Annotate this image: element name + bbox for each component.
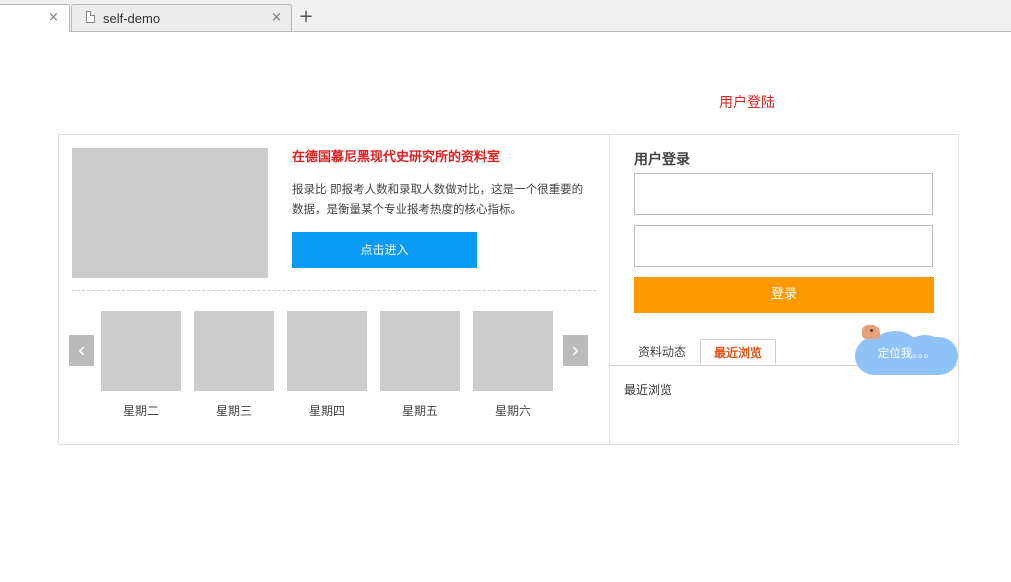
- tab-content-text: 最近浏览: [624, 383, 673, 397]
- header-login-link[interactable]: 用户登陆: [719, 92, 775, 112]
- tab-title: self-demo: [103, 11, 161, 26]
- page-icon: [86, 11, 95, 23]
- login-heading: 用户登录: [634, 152, 690, 168]
- browser-tab-active[interactable]: ×: [0, 4, 70, 32]
- close-icon[interactable]: ×: [271, 10, 282, 26]
- carousel-item-label: 星期三: [215, 404, 252, 418]
- username-field[interactable]: [634, 173, 933, 215]
- divider: [72, 290, 596, 291]
- mascot-icon: [862, 325, 880, 339]
- feature-image: [72, 148, 268, 278]
- feature-description: 报录比 即报考人数和录取人数做对比，这是一个很重要的数据，是衡量某个专业报考热度…: [292, 182, 584, 216]
- carousel-next-button[interactable]: ›: [563, 335, 588, 366]
- chevron-left-icon: ‹: [77, 338, 86, 362]
- new-tab-button[interactable]: +: [295, 7, 317, 29]
- carousel-item-label: 星期二: [122, 404, 159, 418]
- tab-resource-updates[interactable]: 资料动态: [631, 339, 693, 365]
- carousel-thumbnail[interactable]: [101, 311, 181, 391]
- login-button[interactable]: 登录: [634, 277, 934, 313]
- tab-recently-viewed[interactable]: 最近浏览: [700, 339, 776, 365]
- locate-me-text: 定位我。。。: [877, 346, 936, 360]
- feature-panel: 在德国慕尼黑现代史研究所的资料室 报录比 即报考人数和录取人数做对比，这是一个很…: [59, 135, 610, 444]
- password-field[interactable]: [634, 225, 933, 267]
- feature-title[interactable]: 在德国慕尼黑现代史研究所的资料室: [292, 150, 522, 166]
- main-container: 在德国慕尼黑现代史研究所的资料室 报录比 即报考人数和录取人数做对比，这是一个很…: [58, 134, 959, 445]
- carousel-item-label: 星期四: [308, 404, 345, 418]
- carousel-prev-button[interactable]: ‹: [69, 335, 94, 366]
- carousel-item-label: 星期五: [401, 404, 438, 418]
- chevron-right-icon: ›: [571, 338, 580, 362]
- carousel-thumbnail[interactable]: [287, 311, 367, 391]
- enter-button[interactable]: 点击进入: [292, 232, 477, 268]
- browser-tab-strip: × self-demo × +: [0, 0, 1011, 32]
- close-icon[interactable]: ×: [48, 10, 59, 26]
- browser-tab-self-demo[interactable]: self-demo ×: [71, 4, 292, 31]
- carousel-thumbnail[interactable]: [194, 311, 274, 391]
- carousel-thumbnail[interactable]: [473, 311, 553, 391]
- carousel-thumbnail[interactable]: [380, 311, 460, 391]
- carousel-item-label: 星期六: [494, 404, 531, 418]
